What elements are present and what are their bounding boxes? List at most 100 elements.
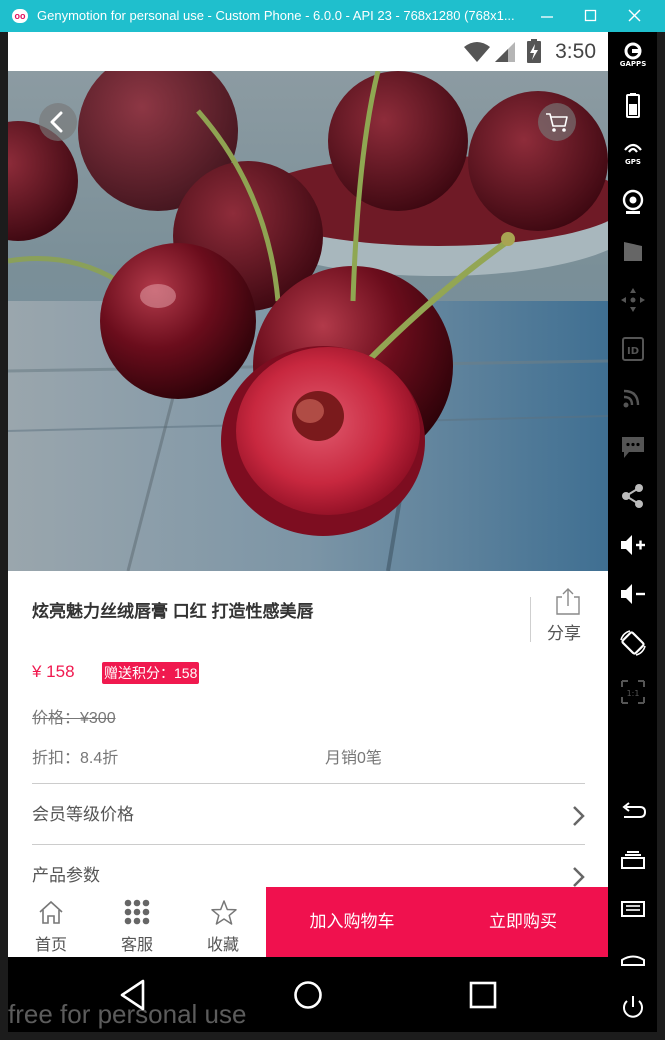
menu-icon (621, 901, 645, 917)
monthly-sales: 月销0笔 (325, 750, 382, 767)
original-price: 价格：¥300 (32, 710, 116, 727)
battery-button[interactable] (618, 90, 648, 120)
tab-customer-service[interactable]: 客服 (94, 887, 180, 957)
nav-back-button[interactable] (114, 975, 154, 1015)
network-button[interactable] (618, 383, 648, 413)
share-device-button[interactable] (618, 481, 648, 511)
gps-label: GPS (625, 158, 641, 166)
star-icon (211, 900, 237, 925)
share-nodes-icon (622, 484, 643, 508)
close-button[interactable] (620, 4, 650, 28)
volume-up-icon (621, 535, 645, 555)
cherries-photo (8, 71, 608, 571)
tab-favorites[interactable]: 收藏 (180, 887, 266, 957)
minimize-button[interactable] (532, 4, 562, 28)
device-back-button[interactable] (618, 796, 648, 826)
tab-home[interactable]: 首页 (8, 887, 94, 957)
tab-favorites-label: 收藏 (206, 937, 239, 954)
share-button[interactable]: 分享 (542, 587, 592, 647)
device-menu-button[interactable] (618, 894, 648, 924)
pixel-ratio-button[interactable]: 1:1 (618, 677, 648, 707)
nav-home-button[interactable] (288, 975, 328, 1015)
dpad-button[interactable] (618, 285, 648, 315)
close-icon (628, 9, 641, 22)
gapps-label: GAPPS (619, 60, 647, 68)
emulator-toolbar: GAPPS GPS ID 1:1 (608, 32, 657, 1032)
gps-button[interactable]: GPS (618, 138, 648, 168)
share-label: 分享 (547, 624, 581, 643)
product-params-label: 产品参数 (32, 866, 100, 885)
back-button[interactable] (39, 103, 77, 141)
add-to-cart-button[interactable]: 加入购物车 (266, 887, 438, 957)
genymotion-logo-icon: oo (12, 9, 28, 23)
wifi-icon (464, 42, 490, 62)
product-image (8, 71, 608, 571)
clapper-icon (624, 242, 642, 261)
rotate-icon (620, 630, 646, 656)
recent-windows-icon (621, 851, 645, 869)
chevron-right-icon (573, 867, 585, 887)
product-price: ¥ 158 (32, 662, 75, 681)
shopping-cart-icon (546, 113, 568, 132)
discount-info: 折扣：8.4折 (32, 750, 119, 767)
device-recents-button[interactable] (618, 845, 648, 875)
tab-service-label: 客服 (120, 937, 153, 954)
dpad-icon (621, 288, 645, 312)
device-home-button[interactable] (618, 943, 648, 973)
sms-button[interactable] (618, 432, 648, 462)
power-button[interactable] (618, 992, 648, 1022)
gapps-button[interactable]: GAPPS (618, 40, 648, 70)
points-badge: 赠送积分：158 (102, 662, 200, 684)
status-time: 3:50 (555, 40, 596, 63)
gps-icon (624, 143, 642, 153)
back-triangle-icon (120, 979, 145, 1011)
webcam-icon (622, 189, 644, 214)
home-icon (39, 900, 63, 924)
chat-bubble-icon (622, 437, 644, 458)
chevron-right-icon (573, 806, 585, 826)
buy-now-button[interactable]: 立即购买 (438, 887, 608, 957)
pixel-perfect-icon: 1:1 (621, 680, 645, 704)
signal-icon (495, 42, 515, 62)
capture-button[interactable] (618, 236, 648, 266)
status-bar: 3:50 (8, 32, 608, 71)
maximize-button[interactable] (576, 4, 606, 28)
ratio-label: 1:1 (627, 689, 640, 698)
emulator-window: oo Genymotion for personal use - Custom … (0, 0, 665, 1040)
id-label: ID (627, 346, 639, 357)
chevron-left-icon (50, 111, 63, 133)
return-arrow-icon (622, 802, 647, 818)
member-price-row[interactable]: 会员等级价格 (32, 784, 585, 842)
cart-button[interactable] (538, 103, 576, 141)
product-info: 炫亮魅力丝绒唇膏 口红 打造性感美唇 分享 ¥ 158 赠送积分：158 价格：… (8, 571, 608, 887)
minimize-icon (541, 16, 553, 18)
rss-icon (623, 389, 640, 408)
product-name: 炫亮魅力丝绒唇膏 口红 打造性感美唇 (32, 602, 314, 621)
home-dome-icon (621, 955, 645, 966)
phone-screen: 3:50 炫亮魅力丝绒唇膏 口红 打造性感美唇 分享 ¥ 158 赠送积分：15… (8, 32, 608, 1032)
power-icon (623, 996, 643, 1018)
member-price-label: 会员等级价格 (32, 805, 134, 824)
id-card-icon: ID (622, 337, 644, 361)
divider (530, 597, 531, 642)
volume-up-button[interactable] (618, 530, 648, 560)
android-navigation-bar: free for personal use (8, 957, 608, 1032)
window-title: Genymotion for personal use - Custom Pho… (37, 8, 515, 23)
gapps-icon (624, 42, 642, 60)
tab-home-label: 首页 (34, 937, 67, 954)
battery-charging-icon (527, 39, 541, 63)
camera-button[interactable] (618, 187, 648, 217)
grid-dots-icon (124, 899, 150, 925)
share-icon (556, 588, 580, 615)
volume-down-icon (621, 584, 645, 604)
bottom-action-bar: 首页 客服 收藏 加入购物车 立即购买 (8, 887, 608, 957)
battery-icon (626, 93, 640, 118)
recents-square-icon (469, 981, 497, 1009)
home-circle-icon (294, 981, 322, 1009)
nav-recents-button[interactable] (463, 975, 503, 1015)
device-id-button[interactable]: ID (618, 334, 648, 364)
rotate-button[interactable] (618, 628, 648, 658)
volume-down-button[interactable] (618, 579, 648, 609)
window-titlebar: oo Genymotion for personal use - Custom … (0, 0, 665, 32)
maximize-icon (584, 9, 597, 22)
